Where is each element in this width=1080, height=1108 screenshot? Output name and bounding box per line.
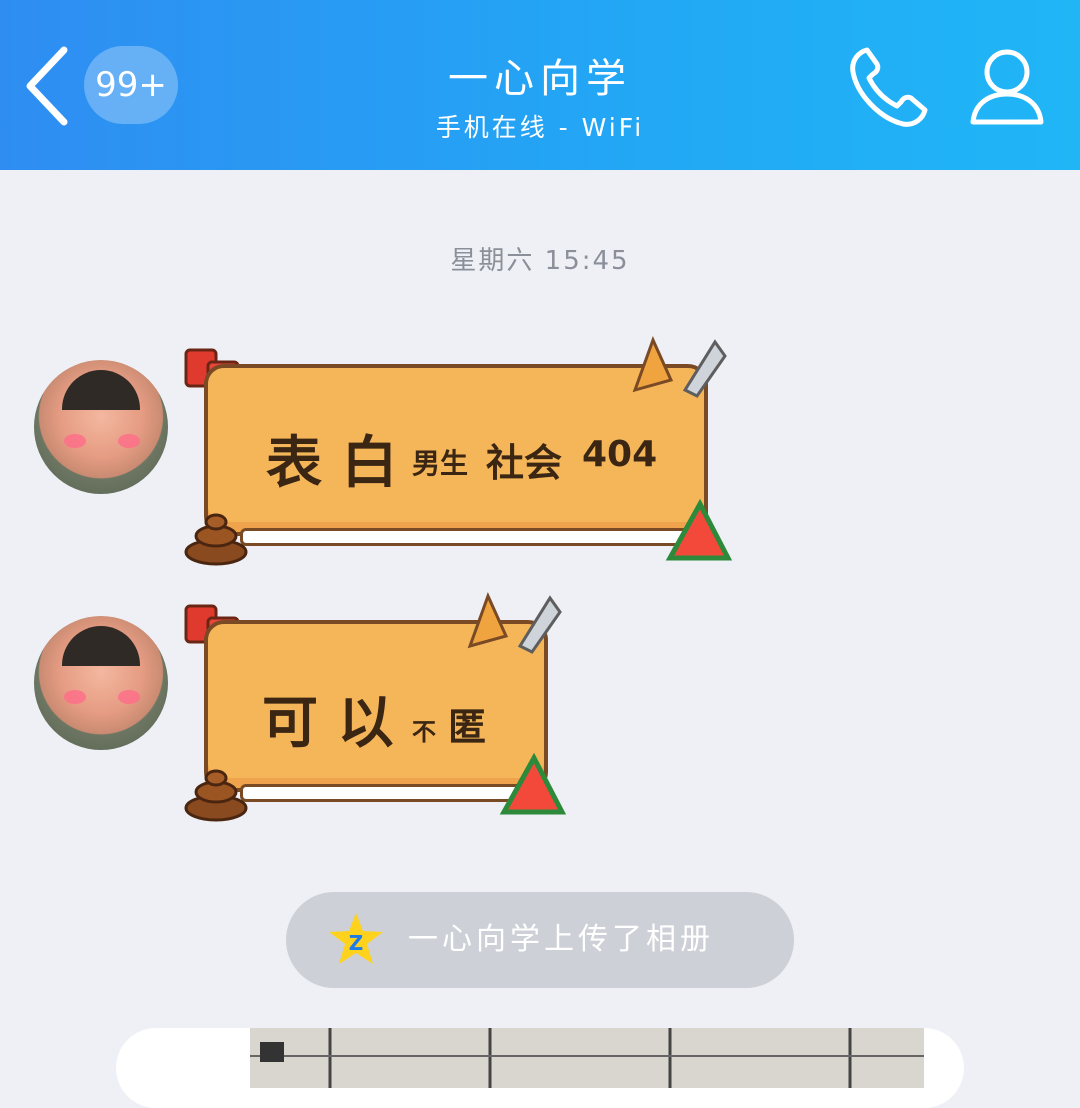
sticker-big-text: 表 白 bbox=[266, 431, 398, 496]
album-upload-notice[interactable]: Z 一心向学上传了相册 bbox=[286, 892, 794, 988]
svg-text:Z: Z bbox=[349, 931, 364, 955]
sticker-message[interactable]: 可 以 不 匿 bbox=[180, 586, 570, 826]
system-notice-text: 一心向学上传了相册 bbox=[408, 922, 714, 957]
album-photo[interactable] bbox=[250, 1028, 924, 1088]
chat-header: 99+ 一心向学 手机在线 - WiFi bbox=[0, 0, 1080, 170]
contact-avatar[interactable] bbox=[34, 360, 168, 494]
dog-ears-knife-icon bbox=[632, 336, 727, 398]
sticker-big-text: 可 以 bbox=[262, 691, 394, 756]
contact-avatar[interactable] bbox=[34, 616, 168, 750]
sticker-small-text: 404 bbox=[582, 434, 658, 475]
watermelon-icon bbox=[499, 752, 567, 815]
qzone-star-icon: Z bbox=[329, 913, 383, 964]
watermelon-icon bbox=[665, 498, 733, 561]
chevron-left-icon[interactable] bbox=[22, 44, 78, 128]
sticker-small-text: 男生 bbox=[412, 447, 469, 480]
unread-badge[interactable]: 99+ bbox=[84, 46, 178, 124]
sticker-small-text: 不 bbox=[412, 718, 436, 746]
sticker-small-text: 匿 bbox=[448, 705, 487, 749]
contact-name: 一心向学 bbox=[448, 56, 632, 102]
user-icon[interactable] bbox=[965, 44, 1049, 128]
online-status: 手机在线 - WiFi bbox=[435, 113, 645, 142]
sticker-small-text: 社会 bbox=[486, 441, 563, 485]
dog-ears-knife-icon bbox=[467, 592, 562, 654]
poop-icon bbox=[184, 769, 248, 822]
sticker-message[interactable]: 表 白 男生 社会 404 bbox=[180, 330, 740, 570]
poop-icon bbox=[184, 513, 248, 566]
phone-icon[interactable] bbox=[845, 42, 933, 130]
music-sheet-image bbox=[250, 1028, 924, 1088]
message-timestamp: 星期六 15:45 bbox=[450, 246, 630, 276]
